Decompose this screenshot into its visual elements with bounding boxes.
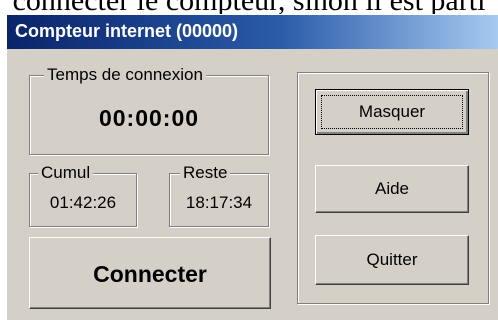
connection-time-group: Temps de connexion 00:00:00: [29, 65, 269, 155]
reste-label: Reste: [180, 163, 231, 183]
quit-button[interactable]: Quitter: [315, 235, 469, 285]
cumul-group: Cumul 01:42:26: [29, 163, 137, 227]
reste-value: 18:17:34: [185, 193, 253, 212]
cumul-value: 01:42:26: [49, 193, 117, 212]
connect-button[interactable]: Connecter: [29, 237, 271, 309]
hide-button-label: Masquer: [358, 102, 426, 121]
cumul-label: Cumul: [38, 163, 94, 183]
help-button-label: Aide: [374, 179, 410, 198]
window-title: Compteur internet (00000): [15, 21, 239, 41]
help-button[interactable]: Aide: [315, 165, 469, 213]
reste-group: Reste 18:17:34: [169, 163, 269, 227]
quit-button-label: Quitter: [366, 250, 418, 269]
hide-button[interactable]: Masquer: [315, 89, 469, 135]
title-bar[interactable]: Compteur internet (00000): [7, 15, 498, 49]
connection-time-label: Temps de connexion: [44, 65, 206, 85]
connect-button-label: Connecter: [93, 261, 207, 287]
counter-window: Compteur internet (00000) Temps de conne…: [6, 14, 498, 320]
connection-time-value: 00:00:00: [98, 105, 200, 131]
